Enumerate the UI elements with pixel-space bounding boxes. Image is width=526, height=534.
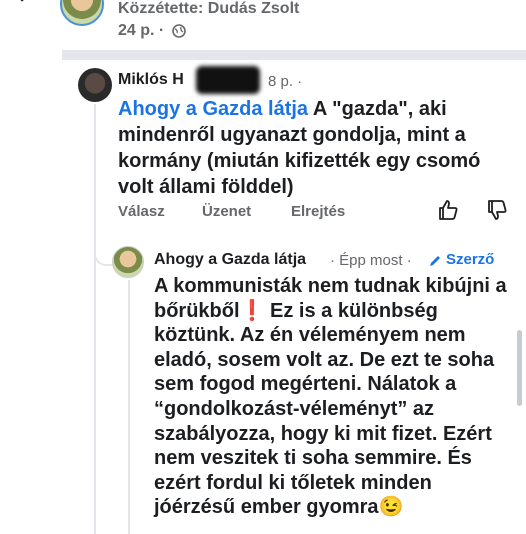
reply-author-avatar[interactable]: [112, 246, 144, 278]
thread-line: [128, 280, 130, 534]
message-button[interactable]: Üzenet: [202, 203, 251, 220]
globe-icon: [172, 24, 186, 38]
wink-emoji: 😉: [378, 496, 404, 519]
reply-button[interactable]: Válasz: [118, 203, 165, 220]
pencil-icon: [430, 256, 440, 266]
reply-body-part2: Ez is a különbség köztünk. Az én vélemén…: [154, 299, 495, 519]
comment-time[interactable]: 8 p. ·: [268, 73, 302, 90]
reply-time[interactable]: · Épp most ·: [330, 252, 412, 269]
author-badge: Szerző: [446, 251, 495, 268]
back-arrow-icon[interactable]: [12, 0, 42, 10]
thread-line: [94, 216, 96, 534]
thread-line: [94, 104, 96, 216]
post-time: 24 p. ·: [118, 22, 165, 39]
comment-text: Ahogy a Gazda látja A "gazda", aki minde…: [118, 96, 498, 200]
post-author-line: Közzétette: Dudás Zsolt: [118, 0, 300, 17]
redaction-mark: [196, 66, 260, 94]
post-author-avatar[interactable]: [60, 0, 104, 26]
scrollbar[interactable]: [517, 330, 522, 406]
reply-author-name[interactable]: Ahogy a Gazda látja: [154, 251, 306, 269]
thumb-down-icon[interactable]: [485, 198, 509, 222]
thumb-up-icon[interactable]: [436, 198, 460, 222]
reply-text: A kommunisták nem tudnak kibújni a bőrük…: [154, 274, 518, 520]
commenter-name[interactable]: Miklós H: [118, 71, 184, 89]
hide-button[interactable]: Elrejtés: [291, 203, 345, 220]
section-divider: [62, 50, 526, 60]
exclamation-emoji: ❗: [239, 299, 265, 322]
commenter-avatar[interactable]: [78, 68, 112, 102]
mention-tag[interactable]: Ahogy a Gazda látja: [118, 98, 308, 120]
